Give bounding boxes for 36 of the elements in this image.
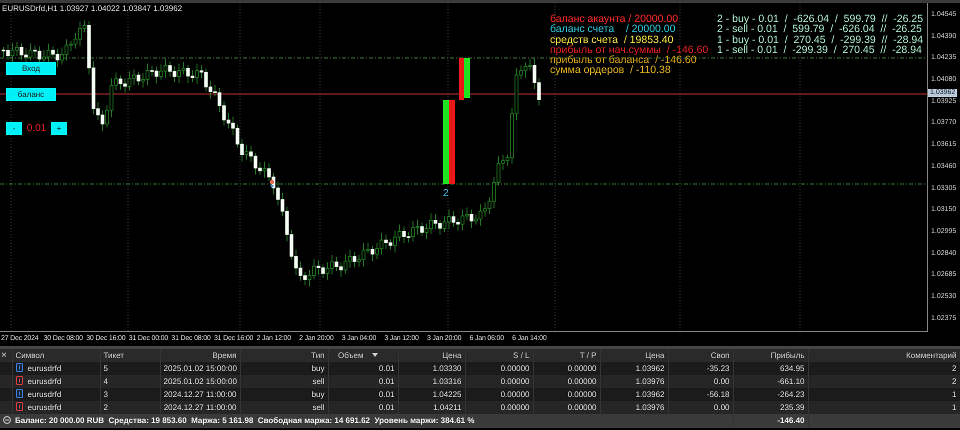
- account-info-text: сумма ордеров / -110.38: [550, 65, 672, 76]
- increase-button[interactable]: +: [51, 122, 67, 135]
- action-button[interactable]: баланс: [6, 88, 56, 101]
- column-header[interactable]: Комментарий: [808, 349, 960, 362]
- lot-value: 0.01: [26, 122, 48, 136]
- column-header[interactable]: Тип: [240, 349, 328, 362]
- collapse-icon[interactable]: [3, 416, 11, 424]
- table-cell: eurusdrfd: [28, 376, 62, 386]
- account-summary-text: Баланс: 20 000.00 RUB Средства: 19 853.60 Маржа: 5 161.98 Свободная маржа: 14 691.62 Уровень маржи: 384.61 %: [15, 416, 474, 425]
- column-header[interactable]: T / P: [533, 349, 600, 362]
- column-header[interactable]: Символ: [12, 349, 100, 362]
- table-cell: eurusdrfd: [28, 364, 62, 372]
- order-info-text: 2 - sell - 0.01 / 599.79 / -626.04 // -26.25: [717, 24, 923, 35]
- action-button[interactable]: Вход: [6, 62, 56, 75]
- order-info-text: 2 - buy - 0.01 / -626.04 / 599.79 // -26.25: [717, 14, 924, 24]
- column-header[interactable]: Время: [160, 349, 240, 362]
- account-info-text: прибыль от нач.суммы / -146.60: [550, 44, 708, 56]
- order-info-text: 1 - buy - 0.01 / 270.45 / -299.39 // -28.94: [717, 34, 924, 45]
- total-profit: -146.40: [733, 414, 808, 428]
- account-info-text: средств счета / 19853.40: [550, 34, 674, 45]
- column-header[interactable]: Цена: [398, 349, 465, 362]
- column-header[interactable]: S / L: [465, 349, 533, 362]
- column-header[interactable]: Тикет: [100, 349, 160, 362]
- column-header[interactable]: Объем: [328, 349, 398, 362]
- account-info-text: баланс акаунта / 20000.00: [550, 14, 680, 24]
- column-header[interactable]: Цена: [600, 349, 668, 362]
- column-header[interactable]: Прибыль: [733, 349, 808, 362]
- marker-label: 2: [443, 187, 449, 201]
- decrease-button[interactable]: -: [6, 122, 22, 135]
- chart-title: EURUSDrfd,H1 1.03927 1.04022 1.03847 1.03962: [2, 4, 182, 13]
- table-cell: eurusdrfd: [28, 390, 62, 398]
- table-cell: eurusdrfd: [28, 402, 62, 412]
- trade-marker-icon: [270, 180, 274, 188]
- order-info-text: 1 - sell - 0.01 / -299.39 / 270.45 // -28.94: [717, 44, 923, 56]
- account-info-text: баланс счета / 20000.00: [550, 24, 676, 35]
- column-header[interactable]: Своп: [668, 349, 733, 362]
